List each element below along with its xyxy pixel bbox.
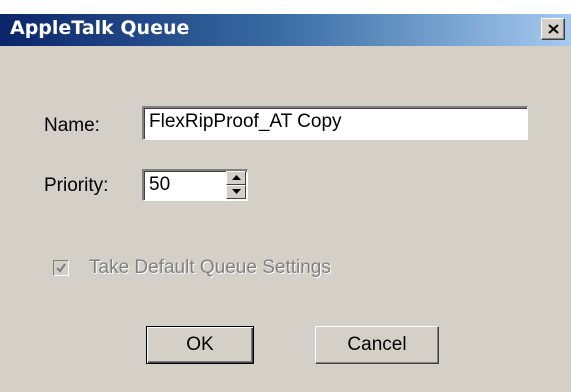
window-title: AppleTalk Queue	[10, 17, 190, 39]
spin-up-icon	[232, 175, 241, 180]
name-label: Name:	[44, 115, 100, 136]
caption-area	[0, 0, 571, 14]
close-icon	[548, 24, 559, 34]
priority-label: Priority:	[44, 175, 109, 196]
cancel-button[interactable]: Cancel	[315, 326, 439, 364]
priority-spinner	[226, 171, 246, 199]
default-settings-checkbox[interactable]	[53, 260, 69, 276]
title-bar[interactable]: AppleTalk Queue	[0, 14, 571, 46]
name-field[interactable]: FlexRipProof_AT Copy	[142, 106, 528, 140]
spin-down-button[interactable]	[226, 185, 246, 199]
close-button[interactable]	[541, 18, 565, 40]
checkmark-icon	[56, 263, 66, 273]
spin-up-button[interactable]	[226, 171, 246, 185]
dialog-window: AppleTalk Queue Name: FlexRipProof_AT Co…	[0, 14, 571, 392]
ok-button[interactable]: OK	[146, 326, 254, 364]
default-settings-label: Take Default Queue Settings	[89, 257, 331, 278]
spin-down-icon	[232, 189, 241, 194]
